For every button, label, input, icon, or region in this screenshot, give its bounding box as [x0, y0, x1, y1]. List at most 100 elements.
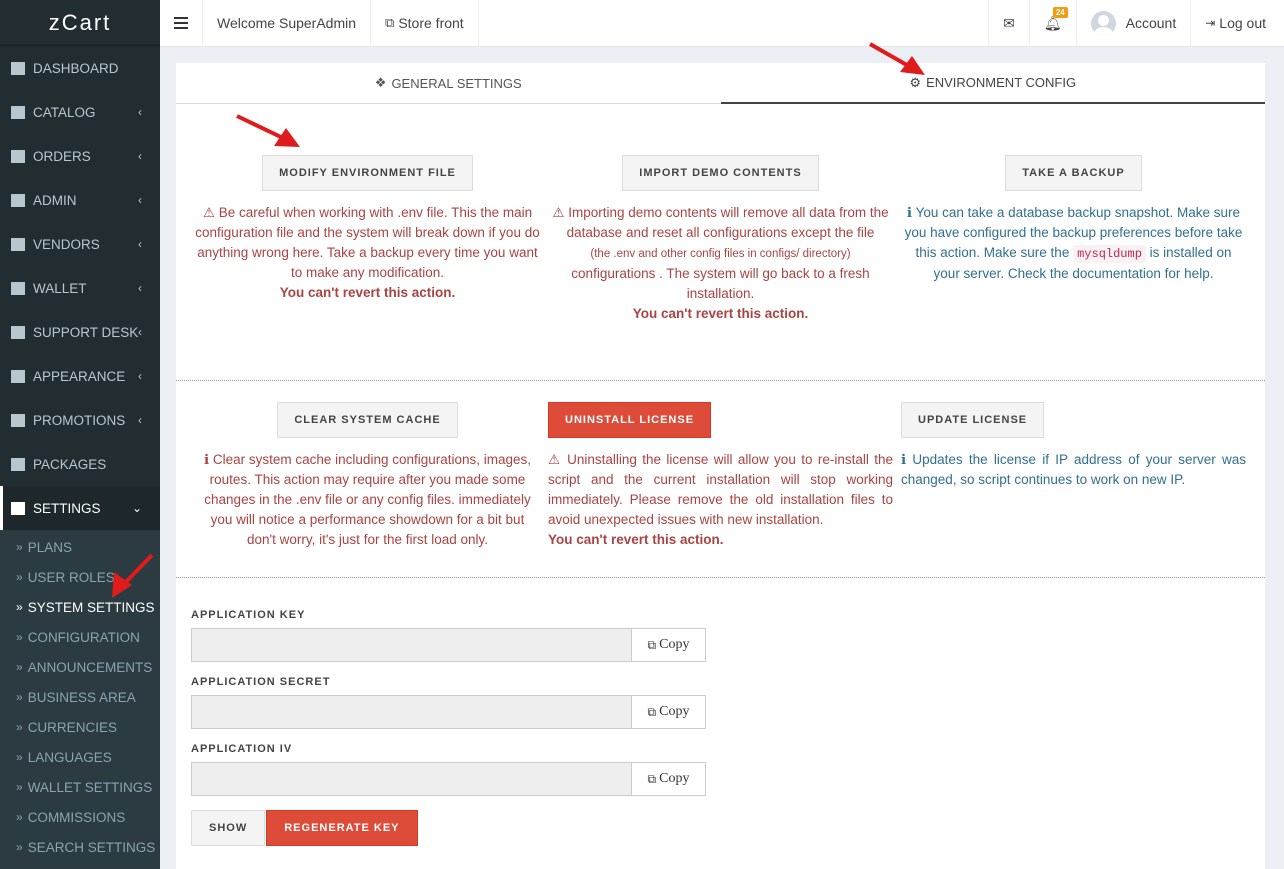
logout-button[interactable]: ⇥ Log out	[1190, 0, 1284, 46]
double-chevron-right-icon: »	[16, 750, 23, 764]
uninstall-license-section: Uninstall License ⚠ Uninstalling the lic…	[544, 402, 897, 577]
submenu-item-business-area[interactable]: » Business Area	[0, 682, 160, 712]
app-secret-input[interactable]	[191, 695, 632, 729]
submenu-item-label: Search Settings	[27, 839, 156, 855]
actions-row-2: Clear system cache ℹ Clear system cache …	[176, 381, 1265, 577]
gears-icon	[10, 501, 26, 515]
app-iv-input[interactable]	[191, 762, 632, 796]
chevron-left-icon: ‹	[138, 369, 142, 383]
regenerate-key-button[interactable]: Regenerate Key	[266, 810, 418, 846]
copy-label: Copy	[659, 704, 690, 719]
submenu-item-announcements[interactable]: » Announcements	[0, 652, 160, 682]
uninstall-warning: ⚠ Uninstalling the license will allow yo…	[548, 450, 893, 550]
modify-env-strong: You can't revert this action.	[279, 285, 456, 300]
hamburger-icon	[174, 17, 188, 29]
copy-icon: ⧉	[647, 771, 657, 786]
sidebar-item-vendors[interactable]: Vendors ‹	[0, 222, 160, 266]
tab-environment-config[interactable]: ⚙ Environment Config	[720, 63, 1265, 104]
sidebar-item-label: Vendors	[33, 236, 100, 252]
modify-env-warning: ⚠ Be careful when working with .env file…	[195, 203, 540, 303]
chevron-left-icon: ‹	[138, 105, 142, 119]
external-link-icon: ⧉	[385, 15, 395, 30]
modify-env-section: Modify Environment File ⚠ Be careful whe…	[191, 155, 544, 380]
update-license-button[interactable]: Update License	[901, 402, 1045, 438]
app-secret-label: Application Secret	[191, 676, 331, 688]
tab-general-settings[interactable]: ❖ General Settings	[176, 63, 721, 104]
sidebar-item-label: Packages	[33, 456, 107, 472]
chevron-left-icon: ‹	[138, 149, 142, 163]
settings-tabs: ❖ General Settings ⚙ Environment Config	[176, 63, 1265, 104]
app-logo[interactable]: zCart	[0, 0, 160, 46]
sign-out-icon: ⇥	[1205, 16, 1216, 30]
sidebar-item-admin[interactable]: Admin ‹	[0, 178, 160, 222]
clear-cache-info: ℹ Clear system cache including configura…	[195, 450, 540, 550]
uninstall-license-button[interactable]: Uninstall License	[548, 402, 712, 438]
sidebar-item-settings[interactable]: Settings ⌄	[0, 486, 160, 530]
copy-label: Copy	[659, 771, 690, 786]
app-iv-group: ⧉ Copy	[191, 762, 706, 796]
notifications-button[interactable]: 🔔︎ 24	[1028, 0, 1076, 46]
submenu-item-languages[interactable]: » Languages	[0, 742, 160, 772]
import-demo-section: Import Demo Contents ⚠ Importing demo co…	[544, 155, 897, 380]
bullhorn-icon	[10, 413, 26, 427]
submenu-item-search-settings[interactable]: » Search Settings	[0, 832, 160, 862]
double-chevron-right-icon: »	[16, 660, 23, 674]
account-menu[interactable]: Account	[1075, 0, 1191, 46]
sidebar-item-appearance[interactable]: Appearance ‹	[0, 354, 160, 398]
copy-app-secret-button[interactable]: ⧉ Copy	[632, 695, 706, 729]
chevron-left-icon: ‹	[138, 281, 142, 295]
show-keys-button[interactable]: Show	[191, 810, 266, 846]
submenu-item-wallet-settings[interactable]: » Wallet Settings	[0, 772, 160, 802]
import-demo-text-a: Importing demo contents will remove all …	[566, 205, 889, 240]
key-actions: Show Regenerate Key	[191, 810, 1250, 846]
submenu-item-commissions[interactable]: » Commissions	[0, 802, 160, 832]
submenu-item-plans[interactable]: » Plans	[0, 532, 160, 562]
store-front-link[interactable]: ⧉ Store front	[371, 0, 479, 46]
copy-app-key-button[interactable]: ⧉ Copy	[632, 628, 706, 662]
sidebar-item-support-desk[interactable]: Support Desk ‹	[0, 310, 160, 354]
clear-system-cache-button[interactable]: Clear system cache	[277, 402, 458, 438]
double-chevron-right-icon: »	[16, 690, 23, 704]
submenu-item-configuration[interactable]: » Configuration	[0, 622, 160, 652]
sidebar-item-packages[interactable]: Packages	[0, 442, 160, 486]
import-demo-contents-button[interactable]: Import Demo Contents	[622, 155, 819, 191]
uninstall-strong: You can't revert this action.	[548, 532, 724, 547]
sidebar-item-dashboard[interactable]: Dashboard	[0, 46, 160, 90]
sidebar-menu: Dashboard Catalog ‹ Orders ‹ Admin ‹ Vendors ‹ Wa…	[0, 46, 160, 869]
submenu-item-user-roles[interactable]: » User Roles	[0, 562, 160, 592]
messages-button[interactable]: ✉	[988, 0, 1029, 46]
sidebar-toggle-button[interactable]	[160, 0, 203, 46]
info-icon: ℹ	[906, 205, 913, 220]
lifebuoy-icon	[10, 325, 26, 339]
uninstall-text: Uninstalling the license will allow you …	[548, 452, 893, 527]
copy-label: Copy	[659, 637, 690, 652]
app-iv-label: Application IV	[191, 743, 293, 755]
submenu-item-system-settings[interactable]: » System Settings	[0, 592, 160, 622]
update-license-info: ℹ Updates the license if IP address of y…	[901, 450, 1246, 490]
chevron-left-icon: ‹	[138, 193, 142, 207]
double-chevron-right-icon: »	[16, 600, 23, 614]
copy-app-iv-button[interactable]: ⧉ Copy	[632, 762, 706, 796]
sidebar-item-orders[interactable]: Orders ‹	[0, 134, 160, 178]
sidebar-item-catalog[interactable]: Catalog ‹	[0, 90, 160, 134]
submenu-item-label: User Roles	[27, 569, 115, 585]
submenu-item-currencies[interactable]: » Currencies	[0, 712, 160, 742]
clear-cache-text: Clear system cache including configurati…	[204, 452, 532, 547]
notification-count-badge: 24	[1052, 7, 1068, 18]
submenu-item-label: Business Area	[27, 689, 136, 705]
store-front-label: Store front	[398, 15, 464, 31]
take-backup-button[interactable]: Take a backup	[1005, 155, 1142, 191]
app-secret-group: ⧉ Copy	[191, 695, 706, 729]
mysqldump-code: mysqldump	[1073, 245, 1146, 263]
gear-icon: ⚙	[909, 74, 922, 90]
sidebar-item-promotions[interactable]: Promotions ‹	[0, 398, 160, 442]
warning-icon: ⚠	[202, 205, 215, 220]
app-key-input[interactable]	[191, 628, 632, 662]
sidebar-item-wallet[interactable]: Wallet ‹	[0, 266, 160, 310]
modify-environment-file-button[interactable]: Modify Environment File	[262, 155, 473, 191]
envelope-icon: ✉	[1003, 14, 1015, 31]
import-demo-strong: You can't revert this action.	[632, 306, 809, 321]
backup-info: ℹ You can take a database backup snapsho…	[901, 203, 1246, 284]
import-demo-text-small: (the .env and other config files in conf…	[590, 248, 851, 260]
submenu-item-label: Plans	[27, 539, 72, 555]
